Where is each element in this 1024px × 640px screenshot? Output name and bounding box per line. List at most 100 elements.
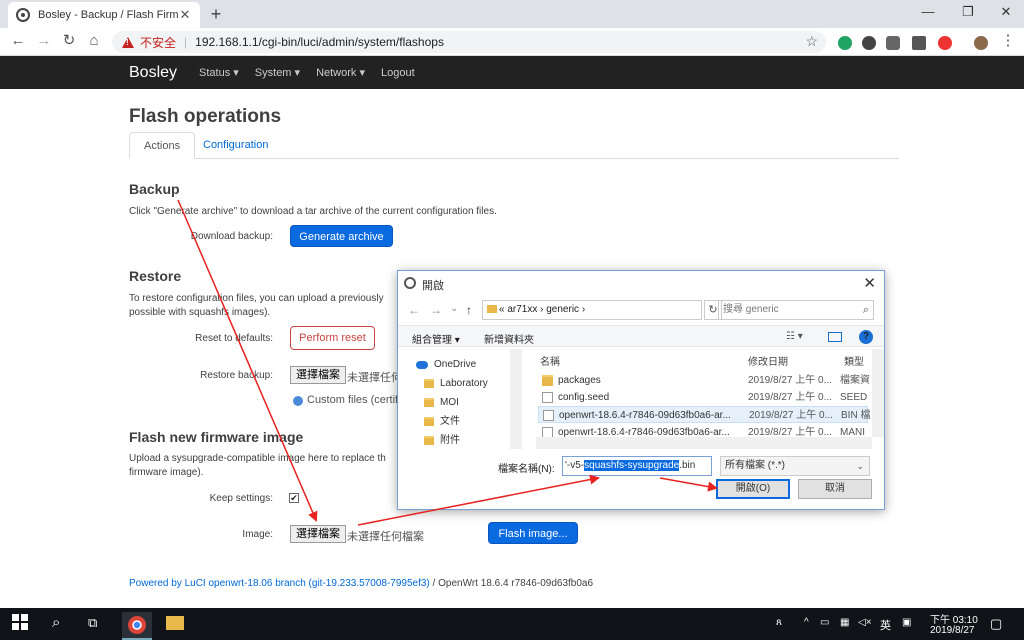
dialog-search-placeholder: 搜尋 generic (723, 304, 779, 315)
generate-archive-button[interactable]: Generate archive (290, 225, 393, 247)
image-label: Image: (242, 529, 273, 540)
tab-close-icon[interactable]: ✕ (178, 7, 192, 23)
chevron-down-icon: ⌄ (856, 461, 864, 471)
folder-icon (487, 305, 497, 313)
file-name: packages (558, 375, 601, 386)
clock-time[interactable]: 下午 03:10 (930, 611, 978, 626)
back-icon[interactable]: ← (8, 31, 28, 51)
chrome-taskbar-icon[interactable] (122, 612, 152, 640)
windows-start-icon[interactable] (12, 614, 32, 634)
chat-extension-icon[interactable] (886, 36, 900, 50)
preview-pane-icon[interactable] (828, 332, 842, 342)
forward-icon[interactable]: → (34, 31, 54, 51)
text-extension-icon[interactable] (912, 36, 926, 50)
people-icon[interactable]: ጸ (776, 617, 782, 628)
file-row-selected[interactable]: openwrt-18.6.4-r7846-09d63fb0a6-ar... 20… (538, 406, 871, 423)
menu-network[interactable]: Network ▾ (316, 66, 365, 79)
menu-status[interactable]: Status ▾ (199, 66, 239, 79)
flash-image-button[interactable]: Flash image... (488, 522, 578, 544)
file-type-filter[interactable]: 所有檔案 (*.*) ⌄ (720, 456, 870, 476)
insecure-label[interactable]: 不安全 (140, 34, 176, 51)
file-row[interactable]: config.seed 2019/8/27 上午 0... SEED (538, 389, 868, 406)
tray-icon[interactable]: ▭ (820, 617, 829, 628)
dialog-path-bar[interactable]: « ar71xx › generic › (482, 300, 702, 320)
dialog-up-icon[interactable]: ↑ (466, 303, 472, 317)
perform-reset-button[interactable]: Perform reset (290, 326, 375, 350)
bookmark-star-icon[interactable]: ☆ (805, 33, 818, 50)
file-type: BIN 檔 (841, 410, 871, 421)
notifications-icon[interactable]: ▢ (990, 616, 1002, 632)
footer-luci-link[interactable]: Powered by LuCI openwrt-18.06 branch (gi… (129, 578, 430, 589)
file-list-hscrollbar[interactable] (536, 437, 872, 449)
dialog-forward-icon[interactable]: → (430, 303, 442, 317)
warning-icon (122, 36, 134, 48)
help-icon[interactable]: ? (859, 330, 873, 344)
file-date: 2019/8/27 上午 0... (748, 392, 832, 403)
file-explorer-icon[interactable] (166, 616, 184, 630)
file-type: SEED (840, 392, 868, 403)
new-folder-button[interactable]: 新增資料夾 (484, 331, 534, 346)
file-type: 檔案資 (840, 375, 870, 386)
reset-defaults-label: Reset to defaults: (195, 333, 273, 344)
tab-actions[interactable]: Actions (129, 132, 196, 159)
page-title: Flash operations (129, 106, 282, 127)
filename-selection: squashfs-sysupgrade (584, 460, 680, 471)
minimize-button[interactable]: — (908, 4, 948, 19)
extension-icon[interactable] (862, 36, 876, 50)
dialog-close-icon[interactable]: ✕ (863, 274, 876, 292)
dialog-back-icon[interactable]: ← (408, 303, 420, 317)
open-button[interactable]: 開啟(O) (716, 479, 790, 499)
cancel-button[interactable]: 取消 (798, 479, 872, 499)
column-date-header[interactable]: 修改日期 (748, 353, 788, 368)
view-options-icon[interactable]: ☷ ▾ (786, 331, 803, 342)
reload-icon[interactable]: ↻ (59, 31, 79, 51)
column-type-header[interactable]: 類型 (844, 353, 864, 368)
footer-version: / OpenWrt 18.6.4 r7846-09d63fb0a6 (429, 578, 594, 589)
filename-input[interactable]: '-v5-squashfs-sysupgrade.bin (562, 456, 712, 476)
folder-icon (424, 417, 434, 426)
address-bar[interactable]: 不安全 | 192.168.1.1/cgi-bin/luci/admin/sys… (112, 31, 826, 53)
maximize-button[interactable]: ❐ (948, 4, 988, 20)
openwrt-favicon-icon (16, 8, 30, 22)
browser-tab[interactable]: Bosley - Backup / Flash Firmwa ✕ (8, 2, 200, 28)
close-window-button[interactable]: ✕ (986, 4, 1024, 20)
tree-item-label: Laboratory (440, 378, 488, 389)
tray-expand-icon[interactable]: ^ (804, 617, 809, 628)
new-tab-button[interactable]: + (206, 4, 226, 25)
dialog-recent-icon[interactable]: ⌄ (450, 303, 458, 314)
file-icon (542, 392, 553, 403)
evernote-extension-icon[interactable] (838, 36, 852, 50)
folder-icon (542, 375, 553, 386)
task-view-icon[interactable]: ⧉ (88, 615, 97, 631)
file-row[interactable]: packages 2019/8/27 上午 0... 檔案資 (538, 372, 870, 389)
profile-avatar[interactable] (974, 36, 988, 50)
ime-indicator[interactable]: 英 (880, 617, 891, 633)
organize-button[interactable]: 組合管理 ▾ (412, 331, 460, 346)
menu-logout[interactable]: Logout (381, 67, 415, 79)
ime-icon[interactable]: ▣ (902, 617, 911, 628)
page-tabs: Actions Configuration (129, 132, 899, 159)
tree-scrollbar[interactable] (510, 349, 522, 449)
home-icon[interactable]: ⌂ (84, 31, 104, 51)
onedrive-cloud-icon (416, 361, 428, 369)
brand-logo[interactable]: Bosley (129, 64, 177, 82)
volume-icon[interactable]: ◁× (858, 617, 872, 628)
keep-settings-checkbox[interactable]: ✔ (289, 493, 299, 503)
clock-date[interactable]: 2019/8/27 (930, 625, 975, 636)
network-icon[interactable]: ▦ (840, 617, 849, 628)
image-file-button[interactable]: 選擇檔案 (290, 525, 346, 543)
tab-configuration[interactable]: Configuration (189, 132, 282, 159)
restore-file-button[interactable]: 選擇檔案 (290, 366, 346, 384)
column-name-header[interactable]: 名稱 (540, 353, 560, 368)
file-date: 2019/8/27 上午 0... (748, 375, 832, 386)
search-icon[interactable]: ⌕ (52, 614, 60, 631)
file-list-scrollbar[interactable] (872, 349, 884, 437)
restore-backup-label: Restore backup: (200, 370, 273, 381)
dialog-search-input[interactable]: 搜尋 generic ⌕ (718, 300, 874, 320)
backup-title: Backup (129, 181, 180, 197)
restore-description-line1: To restore configuration files, you can … (129, 293, 384, 304)
menu-system[interactable]: System ▾ (255, 66, 300, 79)
custom-files-link[interactable]: Custom files (certific (307, 394, 406, 406)
menu-dots-icon[interactable]: ⋮ (998, 31, 1018, 51)
red-extension-icon[interactable] (938, 36, 952, 50)
